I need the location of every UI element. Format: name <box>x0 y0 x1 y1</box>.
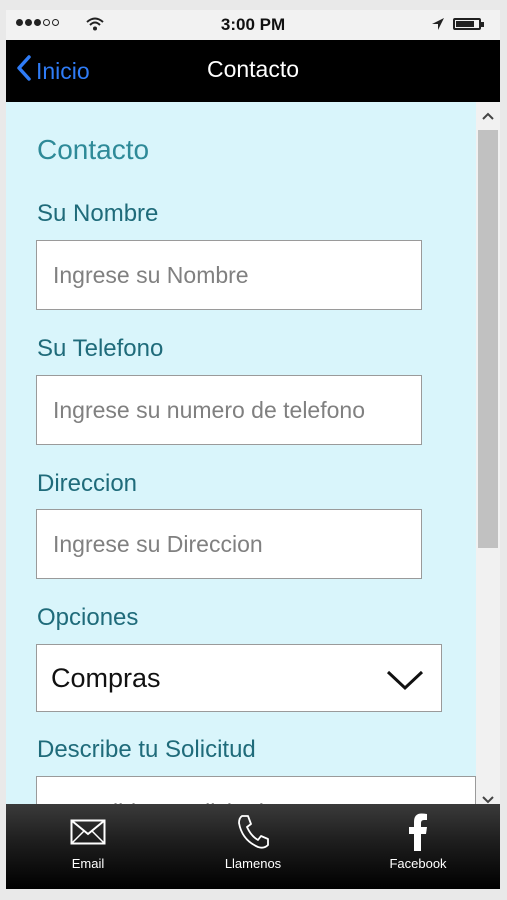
envelope-icon <box>6 814 170 850</box>
scrollbar[interactable] <box>476 102 500 812</box>
back-button[interactable]: Inicio <box>16 54 90 88</box>
facebook-icon <box>336 813 500 851</box>
battery-icon <box>453 18 484 30</box>
phone-frame: 3:00 PM Inicio Contacto Contacto Su Nomb… <box>6 10 500 889</box>
status-bar: 3:00 PM <box>6 10 500 40</box>
options-select[interactable]: Compras <box>36 644 442 712</box>
scroll-up-icon[interactable] <box>476 106 500 126</box>
name-label: Su Nombre <box>37 200 159 227</box>
options-label: Opciones <box>37 604 139 631</box>
tab-facebook[interactable]: Facebook <box>336 804 500 889</box>
request-label: Describe tu Solicitud <box>37 736 256 763</box>
options-selected-value: Compras <box>51 663 161 693</box>
location-arrow-icon <box>431 17 445 36</box>
phone-icon <box>171 814 335 850</box>
tab-facebook-label: Facebook <box>389 856 447 871</box>
navigation-bar: Inicio Contacto <box>6 40 500 102</box>
tab-email[interactable]: Email <box>6 804 170 889</box>
tab-email-label: Email <box>71 856 105 871</box>
status-time: 3:00 PM <box>220 15 286 34</box>
phone-input[interactable] <box>36 375 422 445</box>
back-label: Inicio <box>36 57 90 84</box>
phone-label: Su Telefono <box>37 335 164 362</box>
address-input[interactable] <box>36 509 422 579</box>
scrollbar-thumb[interactable] <box>478 130 498 548</box>
chevron-down-icon <box>385 669 425 696</box>
tab-bar: Email Llamenos Facebook <box>6 804 500 889</box>
chevron-left-icon <box>16 54 32 88</box>
tab-call-label: Llamenos <box>224 856 282 871</box>
tab-call[interactable]: Llamenos <box>171 804 335 889</box>
contact-form: Contacto Su Nombre Su Telefono Direccion… <box>6 102 476 812</box>
name-input[interactable] <box>36 240 422 310</box>
form-heading: Contacto <box>37 134 150 165</box>
address-label: Direccion <box>37 470 138 497</box>
